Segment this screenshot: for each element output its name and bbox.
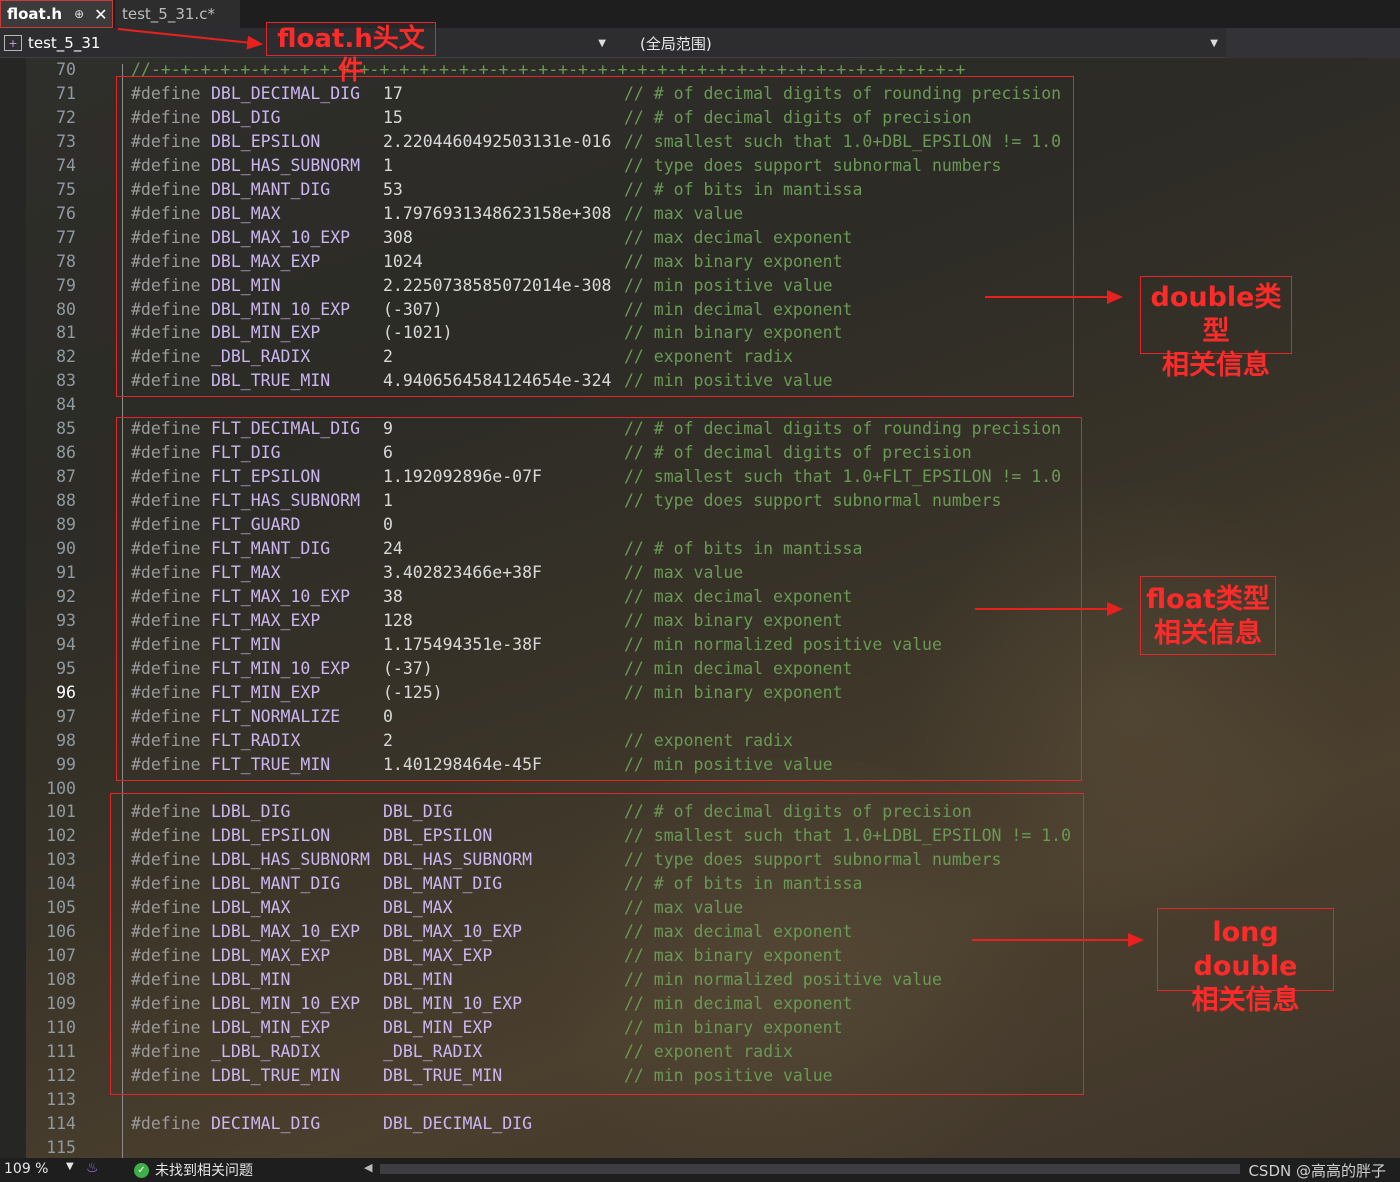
tab-label: float.h <box>7 5 63 23</box>
line-number: 90 <box>56 539 76 558</box>
header-note: float.h头文件 <box>266 22 436 86</box>
line-number: 109 <box>46 994 76 1014</box>
member-dropdown[interactable] <box>1226 28 1400 58</box>
line-number: 99 <box>56 754 76 774</box>
double-note-line1: double类型 <box>1150 282 1282 347</box>
float-note-line1: float类型 <box>1146 584 1270 615</box>
long-double-group-box <box>110 793 1084 1095</box>
line-number: 106 <box>46 922 76 942</box>
line-number: 76 <box>56 203 76 223</box>
line-number: 96 <box>56 682 76 702</box>
define-directive: #define <box>131 1113 201 1133</box>
long-double-note-line1: long double <box>1193 917 1298 982</box>
issues-indicator[interactable]: ✓ 未找到相关问题 <box>134 1160 253 1180</box>
chevron-down-icon: ▼ <box>1210 37 1218 49</box>
tab-float-h[interactable]: float.h ⊕ ✕ <box>0 0 113 28</box>
navigation-bar: + test_5_31 ▼ (全局范围) ▼ <box>0 28 1400 58</box>
line-number: 112 <box>46 1065 76 1085</box>
line-number: 103 <box>46 850 76 870</box>
line-number: 91 <box>56 562 76 582</box>
check-icon: ✓ <box>134 1162 149 1178</box>
line-number: 114 <box>46 1113 76 1133</box>
tab-label: test_5_31.c* <box>122 5 215 23</box>
double-note: double类型 相关信息 <box>1140 276 1292 381</box>
line-number: 105 <box>46 898 76 918</box>
line-number: 104 <box>46 874 76 894</box>
line-number: 83 <box>56 371 76 391</box>
line-number: 87 <box>56 467 76 487</box>
line-number: 86 <box>56 443 76 463</box>
project-icon: + <box>4 35 22 51</box>
long-double-note: long double 相关信息 <box>1157 908 1334 1016</box>
line-number: 79 <box>56 275 76 295</box>
line-number: 88 <box>56 491 76 511</box>
line-number: 77 <box>56 227 76 247</box>
line-number: 95 <box>56 658 76 678</box>
line-number: 107 <box>46 946 76 966</box>
line-number: 98 <box>56 730 76 750</box>
line-number: 111 <box>46 1041 76 1061</box>
line-number: 70 <box>56 60 76 79</box>
line-number: 110 <box>46 1018 76 1037</box>
float-note-line2: 相关信息 <box>1154 618 1262 649</box>
line-number: 101 <box>46 802 76 822</box>
scope-label: (全局范围) <box>640 34 712 53</box>
line-number: 74 <box>56 155 76 175</box>
project-label: test_5_31 <box>28 34 101 52</box>
line-number: 93 <box>56 610 76 630</box>
line-number: 72 <box>56 107 76 127</box>
double-note-line2: 相关信息 <box>1162 350 1270 381</box>
line-number: 84 <box>56 395 76 415</box>
scope-dropdown[interactable]: (全局范围) ▼ <box>630 32 1224 54</box>
float-note: float类型 相关信息 <box>1140 576 1276 655</box>
line-number: 115 <box>46 1137 76 1157</box>
float-group-box <box>116 417 1082 781</box>
line-number: 100 <box>46 778 76 798</box>
macro-value: DBL_DECIMAL_DIG <box>383 1113 533 1133</box>
arrow-icon <box>972 933 1144 947</box>
line-number: 85 <box>56 419 76 439</box>
zoom-level[interactable]: 109 % <box>4 1161 48 1177</box>
code-editor[interactable]: 70//-+-+-+-+-+-+-+-+-+-+-+-+-+-+-+-+-+-+… <box>0 58 1400 1158</box>
tab-test-5-31-c[interactable]: test_5_31.c* <box>115 0 240 28</box>
line-number: 89 <box>56 515 76 535</box>
double-group-box <box>116 76 1074 397</box>
line-number: 102 <box>46 826 76 846</box>
glyph-margin <box>0 58 26 1158</box>
line-number: 97 <box>56 706 76 726</box>
line-number: 82 <box>56 347 76 367</box>
status-bar: 109 % ▼ ♨ ✓ 未找到相关问题 ◀ CSDN @高高的胖子 <box>0 1158 1400 1182</box>
watermark: CSDN @高高的胖子 <box>1248 1162 1386 1180</box>
line-number: 71 <box>56 83 76 103</box>
scroll-left-icon[interactable]: ◀ <box>364 1161 372 1174</box>
line-number: 92 <box>56 586 76 606</box>
chevron-down-icon[interactable]: ▼ <box>66 1161 74 1172</box>
line-number: 113 <box>46 1089 76 1109</box>
long-double-note-line2: 相关信息 <box>1191 985 1300 1016</box>
line-number: 80 <box>56 299 76 319</box>
issues-label: 未找到相关问题 <box>155 1163 253 1179</box>
line-number: 75 <box>56 179 76 199</box>
chevron-down-icon: ▼ <box>598 37 606 49</box>
line-number: 81 <box>56 323 76 343</box>
close-icon[interactable]: ✕ <box>94 5 107 24</box>
line-number: 94 <box>56 634 76 654</box>
horizontal-scrollbar[interactable] <box>380 1164 1240 1174</box>
code-cleanup-icon[interactable]: ♨ <box>86 1160 99 1176</box>
document-tab-bar: float.h ⊕ ✕ test_5_31.c* <box>0 0 1400 28</box>
pin-icon[interactable]: ⊕ <box>74 7 84 21</box>
line-number: 73 <box>56 131 76 151</box>
macro-name: DECIMAL_DIG <box>211 1113 321 1133</box>
line-number: 108 <box>46 970 76 990</box>
arrow-icon <box>975 602 1123 616</box>
line-number: 78 <box>56 251 76 271</box>
arrow-icon <box>985 290 1123 304</box>
